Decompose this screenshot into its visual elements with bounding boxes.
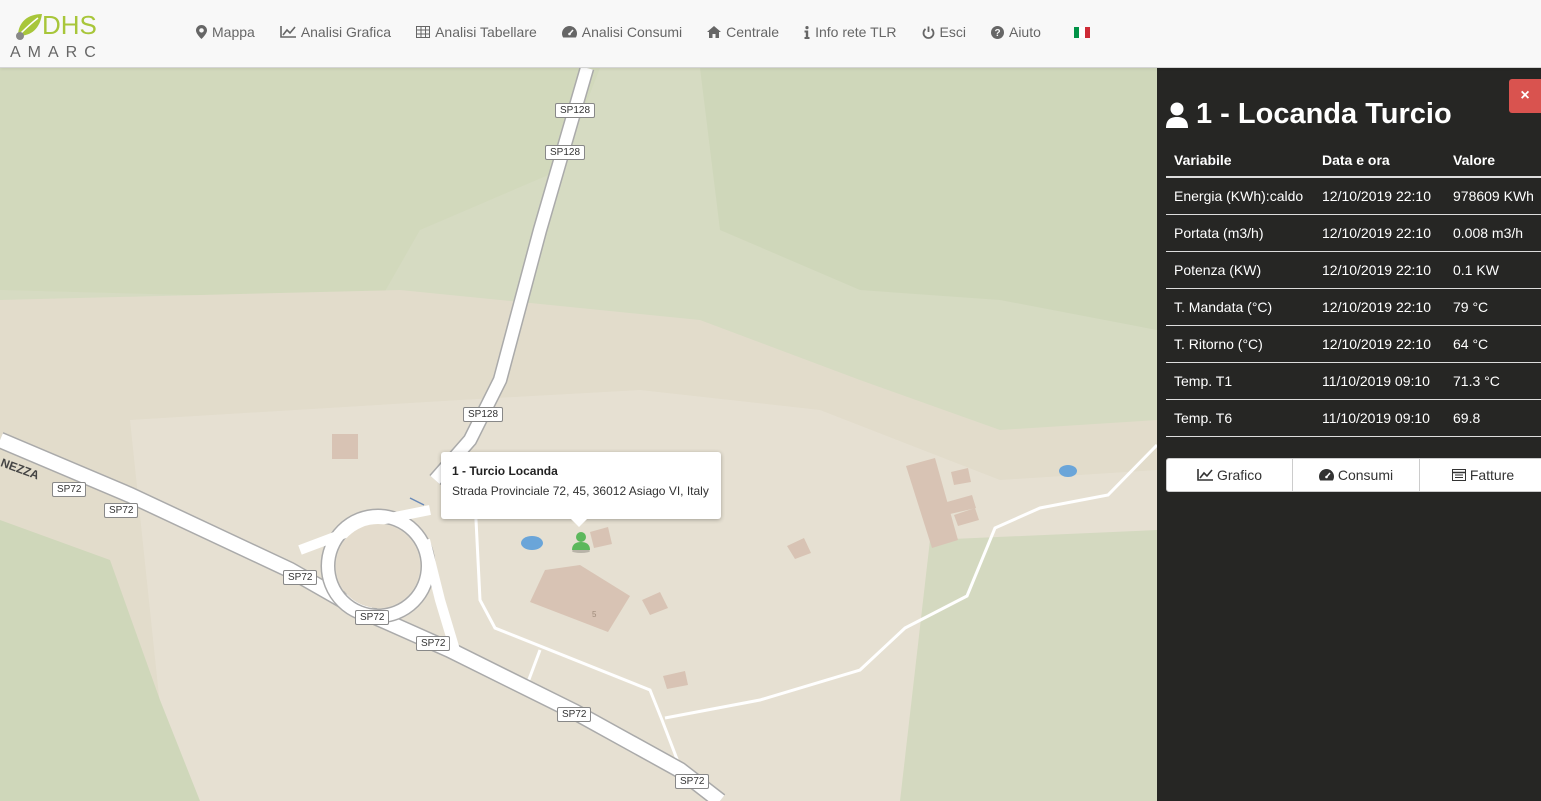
cell-datetime: 12/10/2019 22:10 (1314, 251, 1445, 289)
cell-datetime: 12/10/2019 22:10 (1314, 177, 1445, 215)
road-label: SP72 (416, 636, 451, 651)
line-chart-icon (1197, 469, 1213, 481)
italian-flag-icon[interactable] (1073, 26, 1090, 38)
nav-analisi-tabellare-label: Analisi Tabellare (435, 24, 537, 40)
detail-panel: × 1 - Locanda Turcio Variabile Data e or… (1157, 68, 1541, 801)
leaf-logo-icon (16, 14, 42, 40)
table-row: T. Mandata (°C) 12/10/2019 22:10 79 °C (1166, 288, 1541, 326)
column-header: Data e ora (1314, 143, 1445, 178)
user-icon (1166, 102, 1188, 128)
cell-variable: Energia (KWh):caldo (1166, 177, 1314, 215)
cell-value: 64 °C (1445, 325, 1541, 363)
road-label: SP72 (355, 610, 390, 625)
nav-esci[interactable]: Esci (922, 24, 966, 40)
column-header: Valore (1445, 143, 1541, 178)
main-nav: Mappa Analisi Grafica Analisi Tabellare … (196, 24, 1090, 40)
table-icon (416, 26, 431, 38)
fatture-button[interactable]: Fatture (1420, 458, 1541, 492)
cell-value: 69.8 (1445, 399, 1541, 437)
nav-info-rete-label: Info rete TLR (815, 24, 897, 40)
popup-address: Strada Provinciale 72, 45, 36012 Asiago … (452, 484, 709, 498)
grafico-button[interactable]: Grafico (1166, 458, 1293, 492)
map-tiles (0, 68, 1157, 801)
column-header: Variabile (1166, 143, 1314, 178)
cell-value: 71.3 °C (1445, 362, 1541, 400)
nav-aiuto-label: Aiuto (1008, 24, 1041, 40)
close-button[interactable]: × (1509, 79, 1541, 113)
cell-datetime: 12/10/2019 22:10 (1314, 325, 1445, 363)
cell-datetime: 11/10/2019 09:10 (1314, 362, 1445, 400)
cell-datetime: 12/10/2019 22:10 (1314, 214, 1445, 252)
nav-analisi-grafica-label: Analisi Grafica (300, 24, 392, 40)
table-row: Potenza (KW) 12/10/2019 22:10 0.1 KW (1166, 251, 1541, 289)
nav-mappa-label: Mappa (212, 24, 255, 40)
nav-analisi-tabellare[interactable]: Analisi Tabellare (416, 24, 537, 40)
table-row: Temp. T1 11/10/2019 09:10 71.3 °C (1166, 362, 1541, 400)
nav-centrale-label: Centrale (726, 24, 780, 40)
dashboard-icon (1318, 469, 1334, 481)
cell-variable: T. Mandata (°C) (1166, 288, 1314, 326)
home-icon (707, 26, 722, 38)
cell-variable: Potenza (KW) (1166, 251, 1314, 289)
table-row: Temp. T6 11/10/2019 09:10 69.8 (1166, 399, 1541, 437)
road-label: SP72 (104, 503, 139, 518)
road-label: SP128 (555, 103, 596, 118)
road-label: SP128 (463, 407, 504, 422)
panel-title-text: 1 - Locanda Turcio (1196, 98, 1452, 130)
nav-analisi-consumi-label: Analisi Consumi (581, 24, 683, 40)
cell-value: 79 °C (1445, 288, 1541, 326)
line-chart-icon (280, 26, 296, 38)
cell-variable: Temp. T1 (1166, 362, 1314, 400)
logo-subtitle: AMARC (10, 44, 103, 61)
nav-mappa[interactable]: Mappa (196, 24, 255, 40)
road-label: SP72 (283, 570, 318, 585)
nav-analisi-grafica[interactable]: Analisi Grafica (280, 24, 391, 40)
logo-brand: DHS (42, 10, 97, 40)
fatture-button-label: Fatture (1469, 467, 1515, 483)
logo[interactable]: DHS AMARC (10, 6, 110, 62)
cell-value: 0.1 KW (1445, 251, 1541, 289)
cell-datetime: 11/10/2019 09:10 (1314, 399, 1445, 437)
nav-info-rete[interactable]: Info rete TLR (804, 24, 897, 40)
panel-title: 1 - Locanda Turcio (1166, 98, 1452, 131)
road-label: SP72 (557, 707, 592, 722)
table-header-row: Variabile Data e ora Valore (1166, 143, 1541, 178)
road-label: SP128 (545, 145, 586, 160)
cell-variable: Portata (m3/h) (1166, 214, 1314, 252)
info-icon (804, 25, 810, 39)
cell-variable: Temp. T6 (1166, 399, 1314, 437)
nav-esci-label: Esci (939, 24, 966, 40)
table-row: Portata (m3/h) 12/10/2019 22:10 0.008 m3/h (1166, 214, 1541, 252)
question-circle-icon: ? (990, 25, 1004, 39)
nav-aiuto[interactable]: ? Aiuto (990, 24, 1041, 40)
top-navbar: DHS AMARC Mappa Analisi Grafica Analisi … (0, 0, 1541, 68)
cell-value: 978609 KWh (1445, 177, 1541, 215)
table-row: Energia (KWh):caldo 12/10/2019 22:10 97860… (1166, 177, 1541, 215)
popup-title: 1 - Turcio Locanda (452, 464, 558, 478)
list-icon (1451, 469, 1466, 481)
grafico-button-label: Grafico (1216, 467, 1263, 483)
consumi-button[interactable]: Consumi (1293, 458, 1420, 492)
cell-variable: T. Ritorno (°C) (1166, 325, 1314, 363)
data-table: Variabile Data e ora Valore Energia (KWh… (1166, 143, 1541, 437)
building-number: 5 (592, 610, 597, 619)
power-icon (922, 26, 934, 39)
nav-centrale[interactable]: Centrale (707, 24, 779, 40)
cell-value: 0.008 m3/h (1445, 214, 1541, 252)
user-marker-icon[interactable] (571, 531, 591, 553)
road-label: SP72 (52, 482, 87, 497)
map-marker-icon (196, 25, 207, 39)
cell-datetime: 12/10/2019 22:10 (1314, 288, 1445, 326)
nav-analisi-consumi[interactable]: Analisi Consumi (561, 24, 683, 40)
panel-button-group: Grafico Consumi Fatture (1166, 458, 1541, 492)
road-label: SP72 (675, 774, 710, 789)
map-popup[interactable]: 1 - Turcio Locanda Strada Provinciale 72… (441, 452, 721, 527)
svg-text:?: ? (994, 28, 1000, 39)
table-row: T. Ritorno (°C) 12/10/2019 22:10 64 °C (1166, 325, 1541, 363)
map-view[interactable]: SP128 SP128 SP128 SP72 SP72 SP72 SP72 SP… (0, 68, 1157, 801)
consumi-button-label: Consumi (1337, 467, 1394, 483)
dashboard-icon (561, 26, 577, 38)
